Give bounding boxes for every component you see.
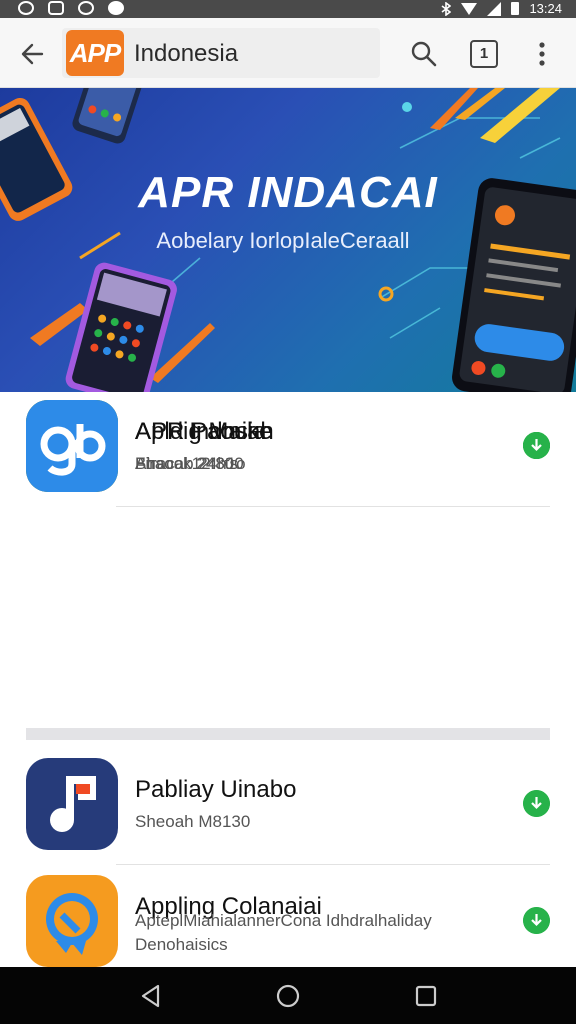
battery-icon — [511, 2, 520, 15]
screen: 13:24 APP Indonesia 1 APR INDACAI Aobela… — [0, 0, 576, 1024]
tab-count-icon[interactable]: 1 — [470, 40, 498, 68]
app-meta: Sheoah M8130 — [135, 812, 251, 831]
bluetooth-icon — [441, 1, 452, 16]
status-right-icons: 13:24 — [441, 1, 562, 16]
app-logo: APP — [66, 30, 124, 76]
section-separator — [26, 728, 550, 740]
app-name: Apldig Maike — [135, 418, 273, 445]
music-note-icon — [26, 758, 118, 850]
list-item[interactable]: Apldig Maike Bhsook 248ts — [0, 392, 576, 507]
back-arrow-icon[interactable] — [16, 38, 48, 70]
gallery-icon — [48, 1, 64, 15]
recents-nav-icon[interactable] — [413, 983, 439, 1009]
search-icon[interactable] — [408, 38, 440, 70]
list-item[interactable]: Appling Colanaiai ApteplMiahialannerCona… — [0, 867, 576, 982]
app-bar: APP Indonesia 1 — [0, 18, 576, 88]
chat-bubble-icon — [26, 875, 118, 967]
shield-icon — [78, 1, 94, 15]
download-icon[interactable] — [523, 432, 550, 459]
app-meta: Bhsook 248ts — [135, 454, 239, 473]
title-box[interactable]: APP Indonesia — [62, 28, 380, 78]
banner-title: APR INDACAI — [138, 168, 438, 217]
navigation-bar — [0, 967, 576, 1024]
clock: 13:24 — [529, 1, 562, 16]
app-meta: ApteplMiahialannerCona Idhdralhaliday — [135, 911, 432, 930]
app-name: Pabliay Uinabo — [135, 776, 297, 803]
status-bar: 13:24 — [0, 0, 576, 18]
download-icon[interactable] — [523, 907, 550, 934]
app-meta-secondary: Denohaisics — [135, 935, 228, 954]
more-vert-icon[interactable] — [526, 38, 558, 70]
banner-subtitle: Aobelary IorlopIaleCeraall — [156, 228, 410, 253]
download-icon[interactable] — [523, 790, 550, 817]
list-item[interactable]: Pabliay Uinabo Sheoah M8130 — [0, 750, 576, 865]
back-nav-icon[interactable] — [138, 983, 164, 1009]
home-nav-icon[interactable] — [275, 983, 301, 1009]
notification-icon — [108, 1, 124, 15]
signal-icon — [487, 1, 502, 16]
gb-icon — [26, 400, 118, 492]
whatsapp-icon — [18, 1, 34, 15]
page-title: Indonesia — [134, 40, 239, 67]
wifi-icon — [461, 2, 478, 15]
divider — [116, 864, 550, 865]
promo-banner[interactable]: APR INDACAI Aobelary IorlopIaleCeraall — [0, 88, 576, 392]
status-left-icons — [18, 1, 124, 15]
